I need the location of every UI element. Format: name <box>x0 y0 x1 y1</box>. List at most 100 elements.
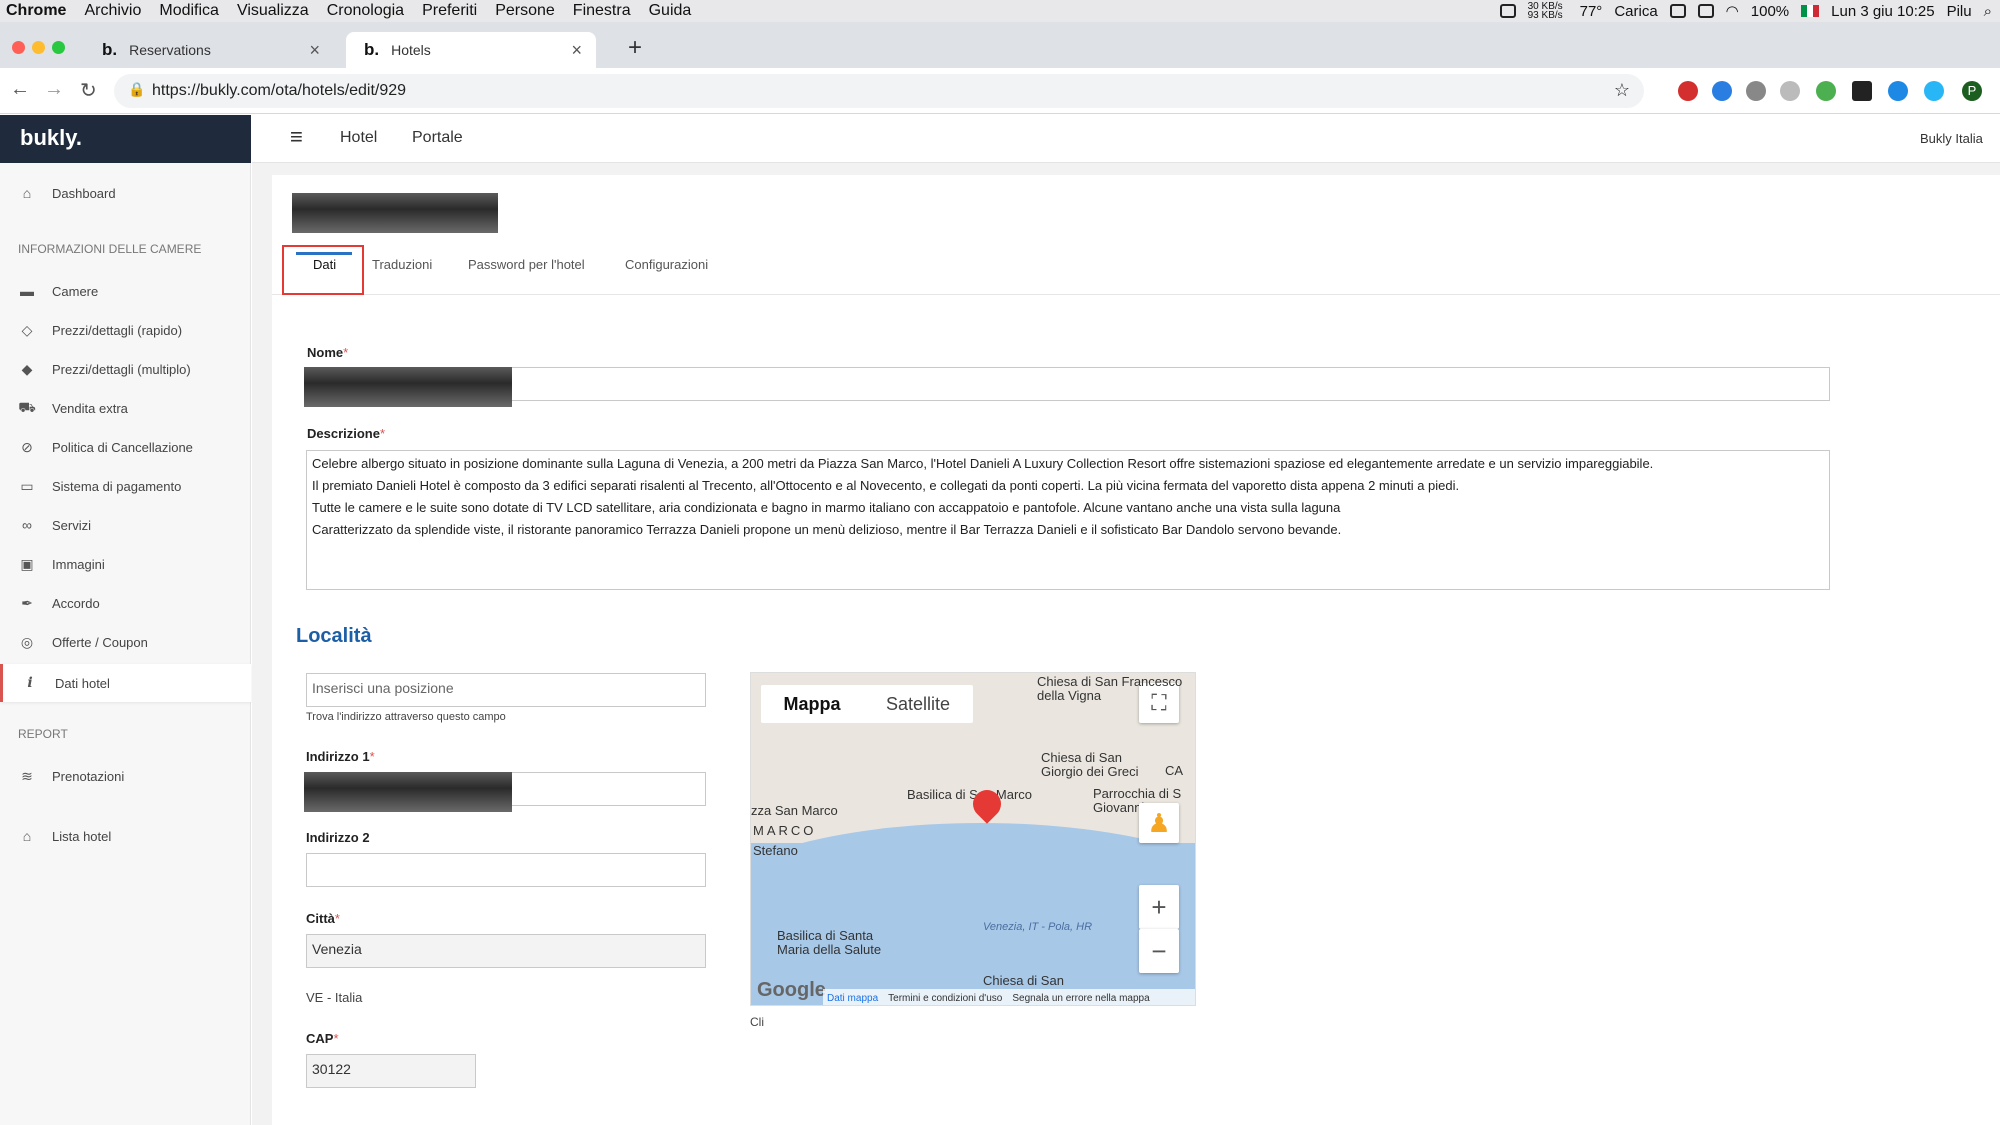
tab-traduzioni[interactable]: Traduzioni <box>372 257 432 272</box>
description-label: Descrizione* <box>307 426 385 441</box>
spotlight-icon[interactable]: ⌕ <box>1984 3 1992 20</box>
active-tab-indicator <box>296 252 352 255</box>
sidebar-item-prenotazioni[interactable]: ≋ Prenotazioni <box>0 759 251 793</box>
flag-icon[interactable] <box>1801 5 1820 17</box>
tab-dati[interactable]: Dati <box>313 257 336 272</box>
pen-icon: ✒ <box>21 594 33 611</box>
sidebar-item-lista-hotel[interactable]: ⌂ Lista hotel <box>0 819 251 853</box>
binoculars-icon: ∞ <box>22 517 32 533</box>
hotel-icon: ⌂ <box>22 828 32 844</box>
tab-label: Reservations <box>129 42 211 58</box>
description-line: Il premiato Danieli Hotel è composto da … <box>312 478 1460 493</box>
menu-preferiti[interactable]: Preferiti <box>422 2 477 20</box>
sidebar-item-immagini[interactable]: ▣ Immagini <box>0 547 251 581</box>
menu-finestra[interactable]: Finestra <box>573 2 631 20</box>
extension-icon[interactable] <box>1746 81 1766 101</box>
browser-tab-hotels[interactable]: b. Hotels × <box>346 32 596 68</box>
clock-icon[interactable] <box>1697 4 1714 18</box>
tab-password-hotel[interactable]: Password per l'hotel <box>468 257 585 272</box>
profile-avatar[interactable]: P <box>1962 81 1982 101</box>
menu-modifica[interactable]: Modifica <box>159 2 219 20</box>
close-window-icon[interactable] <box>12 41 25 54</box>
sidebar-item-prezzi-multiplo[interactable]: ◆ Prezzi/dettagli (multiplo) <box>0 352 251 386</box>
map-report-link[interactable]: Segnala un errore nella mappa <box>1012 993 1149 1004</box>
sidebar-item-label: Servizi <box>52 517 92 533</box>
map-terms-link[interactable]: Termini e condizioni d'uso <box>888 993 1002 1004</box>
charge-text[interactable]: Carica <box>1614 3 1657 20</box>
menu-persone[interactable]: Persone <box>495 2 555 20</box>
address2-input[interactable] <box>306 853 706 887</box>
topbar-link-portale[interactable]: Portale <box>412 129 463 147</box>
bukly-logo[interactable]: bukly. <box>0 115 251 163</box>
sidebar-item-offerte-coupon[interactable]: ◎ Offerte / Coupon <box>0 625 251 659</box>
tab-label: Hotels <box>391 42 431 58</box>
google-map[interactable]: Mappa Satellite ⛶ Chiesa di San Francesc… <box>750 672 1196 1006</box>
cart-icon: ⛟ <box>18 398 36 415</box>
extension-icon[interactable] <box>1816 81 1836 101</box>
sidebar-item-sistema-pagamento[interactable]: ▭ Sistema di pagamento <box>0 469 251 503</box>
menu-cronologia[interactable]: Cronologia <box>327 2 404 20</box>
sidebar-item-servizi[interactable]: ∞ Servizi <box>0 508 251 542</box>
extension-icon[interactable] <box>1712 81 1732 101</box>
lock-icon[interactable]: 🔒 <box>128 81 145 98</box>
name-input[interactable] <box>304 367 1830 401</box>
sidebar-item-prezzi-rapido[interactable]: ◇ Prezzi/dettagli (rapido) <box>0 313 251 347</box>
map-footer: Dati mappa Termini e condizioni d'uso Se… <box>823 989 1195 1005</box>
sidebar-item-label: Sistema di pagamento <box>52 478 182 494</box>
hamburger-menu-icon[interactable]: ≡ <box>290 124 303 150</box>
browser-tab-reservations[interactable]: b. Reservations × <box>84 32 334 68</box>
street-view-icon[interactable]: ♟ <box>1139 803 1179 843</box>
sidebar-item-accordo[interactable]: ✒ Accordo <box>0 586 251 620</box>
user-text[interactable]: Pilu <box>1947 3 1972 20</box>
map-type-satellite-button[interactable]: Satellite <box>863 685 973 723</box>
forward-icon[interactable]: → <box>44 78 64 101</box>
city-input[interactable]: Venezia <box>306 934 706 968</box>
address-bar[interactable]: 🔒 https://bukly.com/ota/hotels/edit/929 … <box>114 74 1644 108</box>
menu-archivio[interactable]: Archivio <box>84 2 141 20</box>
battery-text[interactable]: 100% <box>1751 3 1789 20</box>
chat-icon[interactable] <box>1734 1052 1774 1090</box>
extension-icon[interactable] <box>1852 81 1872 101</box>
position-search-input[interactable]: Inserisci una posizione <box>306 673 706 707</box>
sidebar-item-politica-cancellazione[interactable]: ⊘ Politica di Cancellazione <box>0 430 251 464</box>
map-data-link[interactable]: Dati mappa <box>827 993 878 1004</box>
zoom-window-icon[interactable] <box>52 41 65 54</box>
reload-icon[interactable]: ↻ <box>80 78 97 103</box>
extension-icon[interactable] <box>1780 81 1800 101</box>
topbar-link-hotel[interactable]: Hotel <box>340 129 377 147</box>
position-help-text: Trova l'indirizzo attraverso questo camp… <box>306 711 506 723</box>
required-mark: * <box>334 911 340 926</box>
description-line: Tutte le camere e le suite sono dotate d… <box>312 500 1341 515</box>
menu-app[interactable]: Chrome <box>6 2 66 20</box>
copy-window-icon[interactable] <box>1874 1056 1908 1090</box>
new-tab-icon[interactable]: + <box>628 34 642 62</box>
wifi-icon[interactable]: ◠ <box>1726 2 1739 20</box>
extension-icon[interactable] <box>1924 81 1944 101</box>
city-label: Città* <box>306 911 340 926</box>
close-tab-icon[interactable]: × <box>571 40 582 61</box>
bookmark-star-icon[interactable]: ☆ <box>1614 80 1630 101</box>
app-topbar: ≡ Hotel Portale Bukly Italia <box>252 115 2000 163</box>
account-dropdown[interactable]: Bukly Italia <box>1920 131 1983 146</box>
zoom-out-icon[interactable]: − <box>1139 929 1179 973</box>
app-status-icon[interactable] <box>1499 4 1516 18</box>
tab-configurazioni[interactable]: Configurazioni <box>625 257 708 272</box>
sidebar-item-dati-hotel[interactable]: i Dati hotel <box>0 664 251 702</box>
menu-visualizza[interactable]: Visualizza <box>237 2 309 20</box>
image-icon: ▣ <box>20 555 34 572</box>
map-type-map-button[interactable]: Mappa <box>761 685 863 723</box>
extension-icon[interactable] <box>1888 81 1908 101</box>
cap-input[interactable]: 30122 <box>306 1054 476 1088</box>
sidebar-item-dashboard[interactable]: ⌂ Dashboard <box>0 176 251 210</box>
back-icon[interactable]: ← <box>10 78 30 101</box>
sidebar-item-vendita-extra[interactable]: ⛟ Vendita extra <box>0 391 251 425</box>
close-tab-icon[interactable]: × <box>309 40 320 61</box>
dropbox-icon[interactable] <box>1669 4 1686 18</box>
datetime-text[interactable]: Lun 3 giu 10:25 <box>1831 3 1934 20</box>
sidebar-item-camere[interactable]: ▬ Camere <box>0 274 251 308</box>
menu-guida[interactable]: Guida <box>649 2 692 20</box>
description-textarea[interactable]: Celebre albergo situato in posizione dom… <box>306 450 1830 590</box>
minimize-window-icon[interactable] <box>32 41 45 54</box>
zoom-in-icon[interactable]: + <box>1139 885 1179 929</box>
extension-icon[interactable] <box>1678 81 1698 101</box>
